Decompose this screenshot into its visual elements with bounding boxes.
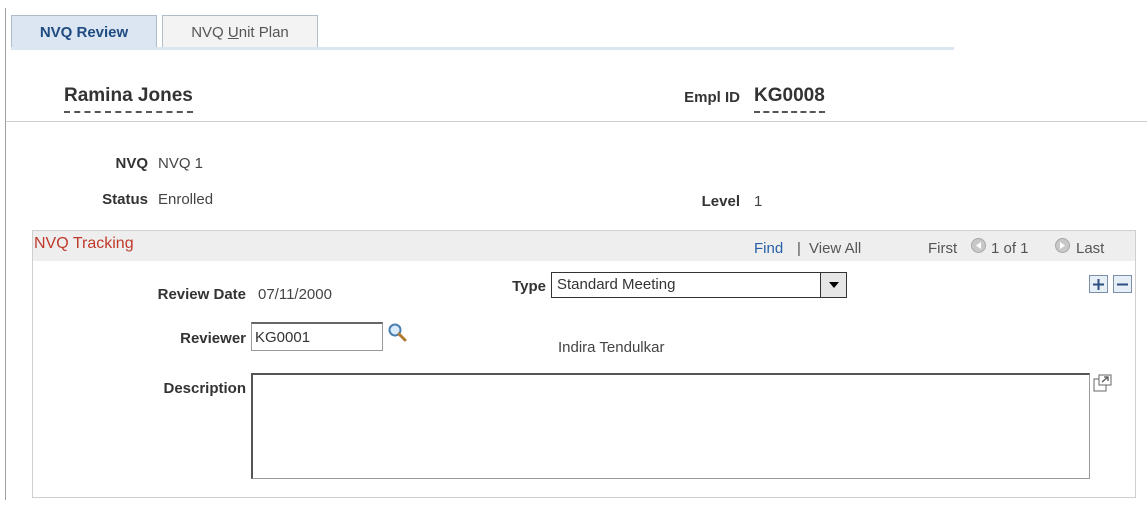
view-all-link[interactable]: View All [809, 240, 861, 257]
tab-nvq-unit-plan-label: NVQ Unit Plan [191, 23, 289, 41]
description-label: Description [163, 380, 246, 397]
find-link[interactable]: Find [754, 240, 783, 257]
nvq-tracking-title: NVQ Tracking [34, 235, 134, 252]
nvq-value: NVQ 1 [158, 155, 204, 172]
last-label: Last [1076, 240, 1105, 257]
previous-icon[interactable] [971, 238, 986, 253]
next-icon[interactable] [1055, 238, 1070, 253]
empl-id-label: Empl ID [684, 89, 740, 106]
description-textarea[interactable] [251, 373, 1090, 479]
reviewer-label: Reviewer [180, 330, 246, 347]
nvq-label: NVQ [115, 155, 148, 172]
tab-nvq-review[interactable]: NVQ Review [11, 15, 157, 48]
reviewer-input[interactable] [251, 322, 383, 351]
tab-nvq-review-label: NVQ Review [39, 23, 129, 41]
page-left-border [5, 8, 6, 500]
expand-icon[interactable] [1093, 374, 1113, 392]
chevron-down-icon[interactable] [820, 272, 847, 298]
status-label: Status [102, 191, 148, 208]
header-divider [6, 121, 1147, 122]
employee-name: Ramina Jones [64, 85, 193, 113]
type-label: Type [512, 278, 546, 295]
status-value: Enrolled [158, 191, 214, 208]
level-label: Level [701, 193, 740, 210]
first-label: First [928, 240, 958, 257]
tab-nvq-unit-plan[interactable]: NVQ Unit Plan [162, 15, 318, 48]
review-date-value: 07/11/2000 [258, 286, 332, 303]
reviewer-name: Indira Tendulkar [558, 339, 665, 356]
delete-row-button[interactable] [1113, 275, 1132, 293]
nvq-tracking-header [33, 231, 1135, 261]
find-separator: | [797, 240, 801, 257]
pagination-text: 1 of 1 [991, 240, 1029, 257]
search-icon[interactable] [387, 322, 407, 342]
add-row-button[interactable] [1089, 275, 1108, 293]
level-value: 1 [754, 193, 763, 210]
type-select[interactable]: Standard Meeting [551, 272, 847, 298]
tab-strip-underline [11, 47, 954, 50]
review-date-label: Review Date [157, 286, 246, 303]
empl-id-value: KG0008 [754, 85, 825, 113]
